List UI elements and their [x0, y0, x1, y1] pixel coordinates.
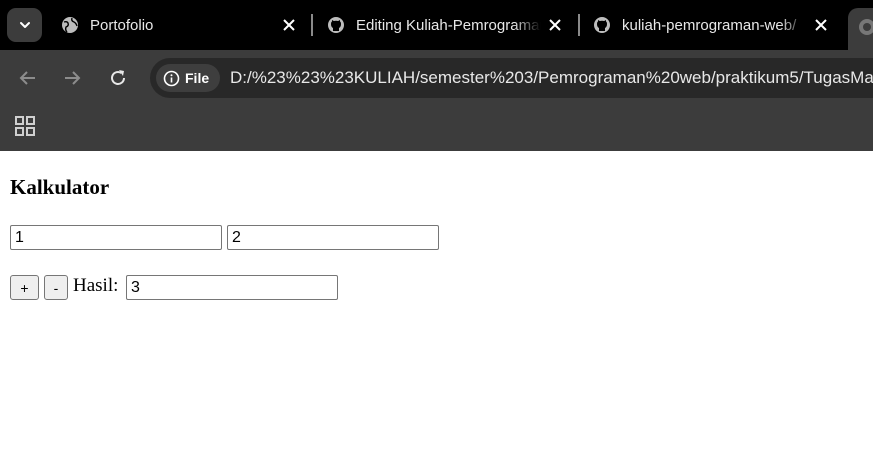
chevron-down-icon [19, 22, 30, 28]
reload-button[interactable] [106, 66, 130, 90]
subtract-button[interactable]: - [44, 275, 68, 300]
back-button[interactable] [16, 66, 40, 90]
number-input-2[interactable] [227, 225, 439, 250]
browser-toolbar: File D:/%23%23%23KULIAH/semester%203/Pem… [0, 50, 873, 106]
bookmarks-bar [0, 106, 873, 151]
site-chip-label: File [185, 70, 210, 86]
github-icon [592, 15, 612, 35]
apps-grid-icon[interactable] [14, 115, 36, 137]
tab-strip: Portofolio Editing Kuliah-Pemrograman ku… [0, 0, 873, 50]
globe-icon [60, 15, 80, 35]
tab-title: Portofolio [90, 16, 154, 34]
number-input-1[interactable] [10, 225, 222, 250]
arrow-right-icon [65, 71, 81, 85]
close-icon[interactable] [280, 16, 298, 34]
address-bar[interactable]: File D:/%23%23%23KULIAH/semester%203/Pem… [150, 58, 873, 98]
page-content: Kalkulator + - Hasil: [0, 151, 873, 457]
close-icon[interactable] [812, 16, 830, 34]
tab-divider [578, 14, 580, 36]
result-field[interactable] [126, 275, 338, 300]
reload-icon [111, 70, 125, 85]
globe-icon [858, 18, 873, 41]
tab-active[interactable] [848, 8, 873, 50]
close-icon[interactable] [546, 16, 564, 34]
tab-title: kuliah-pemrograman-web/ [622, 16, 797, 34]
arrow-left-icon [19, 71, 35, 85]
url-text[interactable]: D:/%23%23%23KULIAH/semester%203/Pemrogra… [230, 68, 873, 88]
tab-divider [311, 14, 313, 36]
page-title: Kalkulator [10, 175, 110, 199]
tab-search-button[interactable] [7, 8, 42, 42]
result-label: Hasil: [73, 275, 119, 296]
tab-kuliah-pemrograman-web[interactable]: kuliah-pemrograman-web/ [582, 0, 847, 50]
info-icon [163, 70, 180, 86]
forward-button[interactable] [60, 66, 84, 90]
tab-title: Editing Kuliah-Pemrograman [356, 16, 541, 34]
tab-portofolio[interactable]: Portofolio [50, 0, 315, 50]
site-info-chip[interactable]: File [156, 64, 220, 92]
add-button[interactable]: + [10, 275, 39, 300]
github-icon [326, 15, 346, 35]
tab-editing-kuliah[interactable]: Editing Kuliah-Pemrograman [316, 0, 581, 50]
